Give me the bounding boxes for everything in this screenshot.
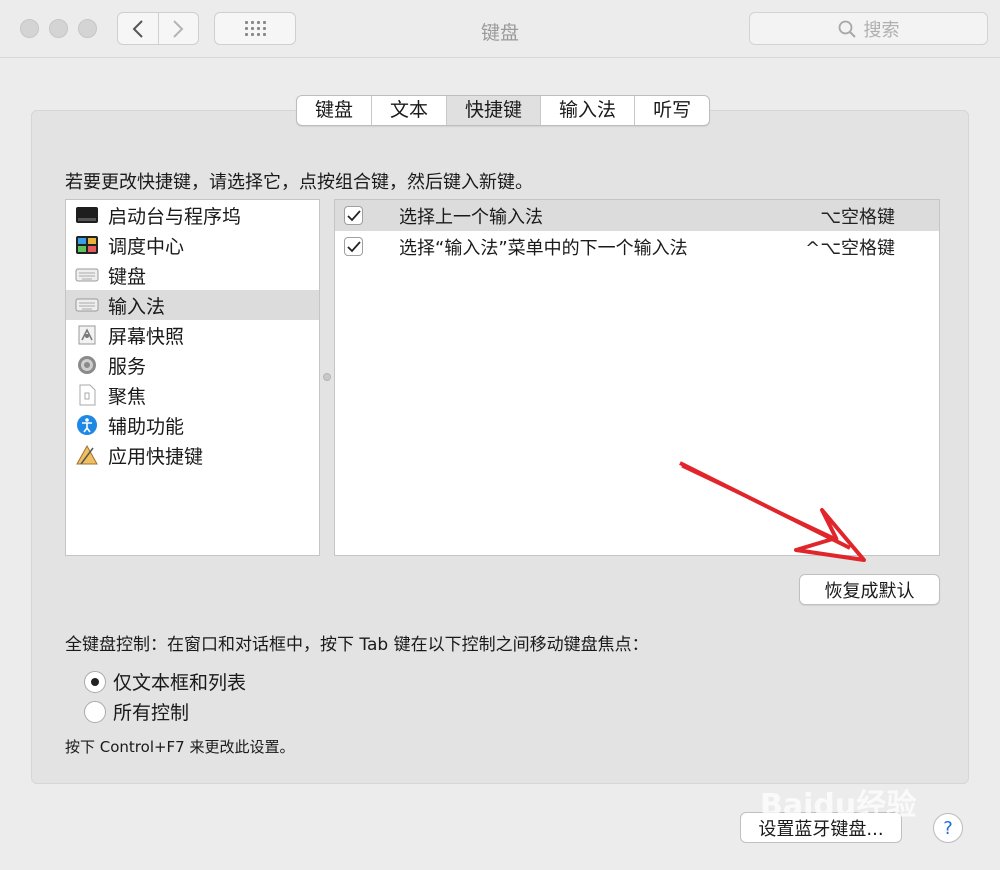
category-label: 聚焦 xyxy=(108,385,147,408)
mission-control-icon xyxy=(75,234,99,256)
category-label: 屏幕快照 xyxy=(108,325,185,348)
category-item-input-sources[interactable]: 输入法 xyxy=(66,290,319,320)
category-item-mission-control[interactable]: 调度中心 xyxy=(66,230,319,260)
shortcut-checkbox[interactable] xyxy=(344,206,363,225)
category-item-spotlight[interactable]: 聚焦 xyxy=(66,380,319,410)
category-label: 启动台与程序坞 xyxy=(108,205,242,228)
input-source-icon xyxy=(75,294,99,316)
category-item-launchpad-dock[interactable]: 启动台与程序坞 xyxy=(66,200,319,230)
shortcut-list: 选择上一个输入法 ⌥空格键 选择“输入法”菜单中的下一个输入法 ^⌥空格键 xyxy=(334,199,940,556)
hint-text: 按下 Control+F7 来更改此设置。 xyxy=(65,738,295,756)
help-button[interactable]: ? xyxy=(933,813,963,843)
shortcut-name: 选择上一个输入法 xyxy=(399,206,543,228)
shortcut-row[interactable]: 选择上一个输入法 ⌥空格键 xyxy=(335,200,939,231)
category-label: 服务 xyxy=(108,355,147,378)
tab-text[interactable]: 文本 xyxy=(372,96,448,125)
category-label: 调度中心 xyxy=(108,235,185,258)
tab-keyboard[interactable]: 键盘 xyxy=(297,96,373,125)
category-label: 应用快捷键 xyxy=(108,445,204,468)
tab-input-sources[interactable]: 输入法 xyxy=(541,96,636,125)
category-item-keyboard[interactable]: 键盘 xyxy=(66,260,319,290)
shortcut-keys[interactable]: ⌥空格键 xyxy=(820,203,895,229)
category-label: 键盘 xyxy=(108,265,147,288)
category-list: 启动台与程序坞 调度中心 键盘 输入法 屏幕快照 服务 聚焦 辅助功能 应用快捷… xyxy=(65,199,320,556)
checkmark-icon xyxy=(346,209,361,221)
shortcut-row[interactable]: 选择“输入法”菜单中的下一个输入法 ^⌥空格键 xyxy=(335,231,939,262)
watermark: Baidu经验 xyxy=(760,788,917,823)
screenshot-icon xyxy=(75,324,99,346)
spotlight-icon xyxy=(75,384,99,406)
category-item-services[interactable]: 服务 xyxy=(66,350,319,380)
search-icon xyxy=(838,20,856,38)
tab-dictation[interactable]: 听写 xyxy=(635,96,709,125)
tab-shortcuts[interactable]: 快捷键 xyxy=(447,96,542,125)
category-item-screenshots[interactable]: 屏幕快照 xyxy=(66,320,319,350)
keyboard-icon xyxy=(75,264,99,286)
gear-icon xyxy=(75,354,99,376)
instruction-text: 若要更改快捷键，请选择它，点按组合键，然后键入新键。 xyxy=(65,172,533,193)
launchpad-dock-icon xyxy=(75,204,99,226)
shortcut-checkbox[interactable] xyxy=(344,237,363,256)
restore-defaults-button[interactable]: 恢复成默认 xyxy=(799,574,940,605)
title-bar: 键盘 搜索 xyxy=(0,0,1000,58)
radio-label: 所有控制 xyxy=(113,702,190,724)
radio-button-selected[interactable] xyxy=(84,670,106,693)
category-item-accessibility[interactable]: 辅助功能 xyxy=(66,410,319,440)
radio-all-controls[interactable]: 所有控制 xyxy=(84,698,189,725)
accessibility-icon xyxy=(75,414,99,436)
tab-bar: 键盘 文本 快捷键 输入法 听写 xyxy=(296,95,711,126)
category-label: 输入法 xyxy=(108,295,166,318)
search-field[interactable]: 搜索 xyxy=(749,12,988,45)
category-label: 辅助功能 xyxy=(108,415,185,438)
app-shortcuts-icon xyxy=(75,444,99,466)
checkmark-icon xyxy=(346,240,361,252)
radio-label: 仅文本框和列表 xyxy=(113,672,247,694)
split-view-handle[interactable] xyxy=(323,373,331,381)
search-placeholder: 搜索 xyxy=(863,19,900,41)
category-item-app-shortcuts[interactable]: 应用快捷键 xyxy=(66,440,319,470)
shortcut-keys[interactable]: ^⌥空格键 xyxy=(805,234,895,260)
shortcut-name: 选择“输入法”菜单中的下一个输入法 xyxy=(399,237,688,259)
full-keyboard-access-label: 全键盘控制：在窗口和对话框中，按下 Tab 键在以下控制之间移动键盘焦点： xyxy=(65,635,649,655)
radio-button[interactable] xyxy=(84,700,106,723)
radio-text-boxes-lists[interactable]: 仅文本框和列表 xyxy=(84,668,246,695)
